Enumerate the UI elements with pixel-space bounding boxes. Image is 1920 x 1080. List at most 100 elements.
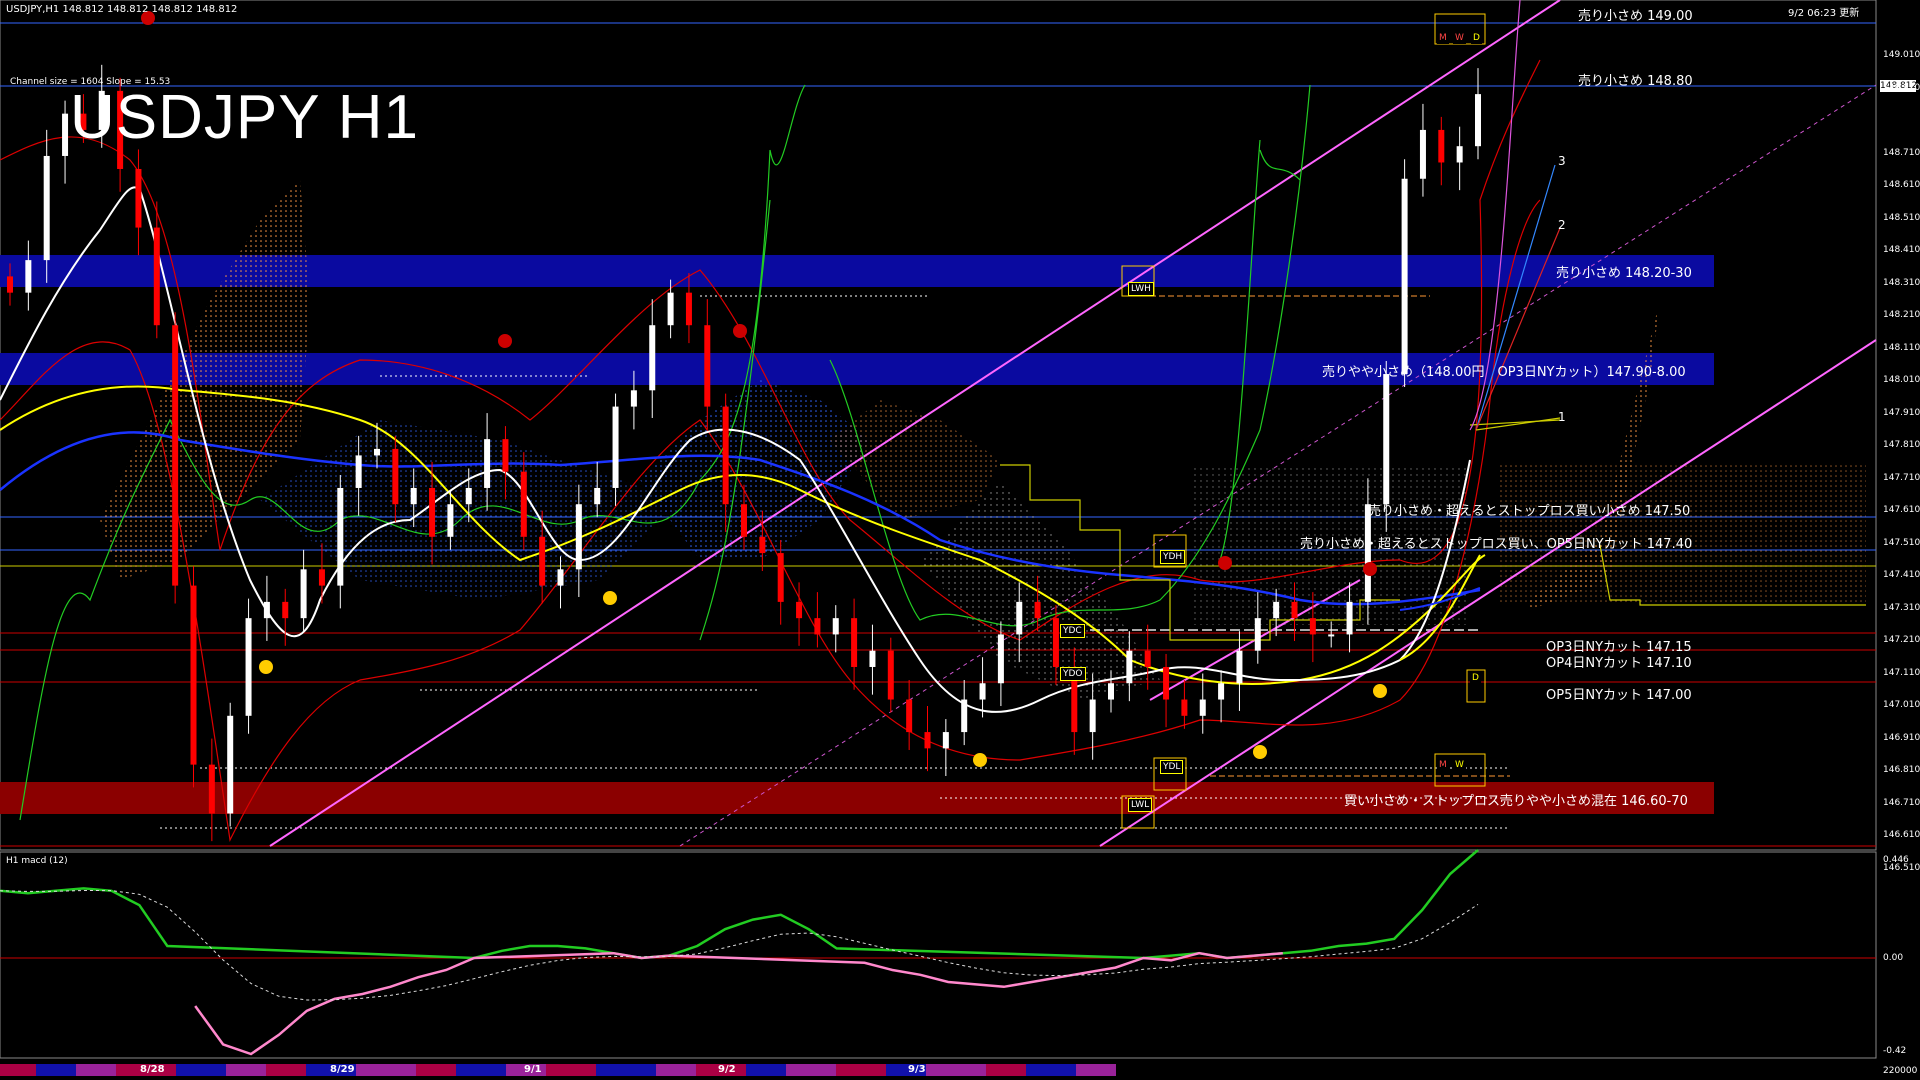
date-label-9-3: 9/3 (908, 1064, 926, 1075)
price-axis-label: 147.910 (1883, 407, 1920, 418)
candle-body (282, 601, 289, 619)
candle-body (520, 471, 527, 537)
candle-body (1328, 634, 1335, 637)
candle-body (1456, 146, 1463, 163)
m-label-top: M (1437, 32, 1449, 44)
candle-body (1163, 666, 1170, 700)
candle-body (135, 168, 142, 228)
signal-sell-marker (1218, 556, 1232, 570)
candle-body (374, 448, 380, 456)
price-axis-label: 146.710 (1883, 797, 1920, 808)
candle-body (447, 504, 454, 537)
candle-body (190, 585, 197, 765)
ydh-label: YDH (1160, 550, 1186, 564)
signal-buy-marker (1373, 684, 1387, 698)
candle-body (1309, 618, 1316, 635)
ydo-label: YDO (1060, 667, 1086, 681)
signal-buy-marker (1253, 745, 1267, 759)
candle-body (1108, 683, 1114, 700)
candle-body (337, 487, 344, 586)
signal-buy-marker (259, 660, 273, 674)
price-axis-label: 148.110 (1883, 342, 1920, 353)
signal-buy-marker (973, 753, 987, 767)
candle-body (887, 650, 894, 700)
candle-body (153, 227, 160, 326)
candle-body (245, 618, 252, 716)
zone-label-147-00: OP5日NYカット 147.00 (1546, 688, 1692, 703)
candle-body (25, 260, 32, 293)
candle-body (410, 487, 417, 505)
candle-body (557, 569, 564, 586)
price-axis-label: 148.610 (1883, 180, 1920, 190)
macd-panel (0, 851, 1877, 1059)
zone-label-147-90: 売りやや小さめ（148.00円 OP3日NYカット）147.90-8.00 (1322, 365, 1686, 380)
price-axis-label: 147.810 (1883, 440, 1920, 450)
price-axis-label: 148.510 (1883, 212, 1920, 223)
candle-body (318, 569, 325, 586)
candle-body (263, 601, 270, 619)
candle-body (208, 764, 215, 814)
candle-body (575, 504, 582, 570)
candle-body (7, 276, 13, 293)
candle-body (630, 390, 637, 407)
price-axis-label: 147.110 (1883, 667, 1920, 678)
candle-body (1346, 601, 1353, 635)
price-axis-label: 146.810 (1883, 765, 1920, 775)
candle-body (1034, 601, 1041, 619)
zone-label-148-80: 売り小さめ 148.80 (1578, 74, 1693, 89)
zone-label-147-40: 売り小さめ・超えるとストップロス買い、OP5日NYカット 147.40 (1300, 537, 1693, 552)
candle-body (1144, 650, 1151, 667)
candle-body (777, 553, 784, 602)
price-axis-label: 148.710 (1883, 147, 1920, 158)
price-axis-label: 147.710 (1883, 472, 1920, 483)
wave-label-1: 1 (1558, 410, 1566, 424)
date-label-9-1: 9/1 (524, 1064, 542, 1075)
price-axis-label: 149.010 (1883, 50, 1920, 60)
macd-axis-zero: 0.00 (1883, 953, 1904, 963)
candle-body (539, 536, 546, 586)
candle-body (832, 618, 839, 635)
zone-label-147-50: 売り小さめ・超えるとストップロス買い小さめ 147.50 (1368, 504, 1691, 519)
macd-axis-top: 0.446 (1883, 855, 1909, 865)
candle-body (942, 732, 949, 749)
candle-body (355, 455, 362, 488)
candle-body (704, 325, 711, 407)
candle-body (392, 448, 399, 505)
candle-body (1218, 683, 1225, 700)
macd-axis-bottom: -0.42 (1883, 1046, 1907, 1056)
candle-body (814, 618, 821, 635)
price-axis-label: 148.910 (1883, 82, 1920, 93)
wave-label-2: 2 (1558, 218, 1566, 232)
candle-body (1181, 699, 1188, 716)
date-label-8-29: 8/29 (330, 1064, 355, 1075)
candle-body (227, 715, 234, 814)
signal-sell-marker (498, 334, 512, 348)
w-label-top: W (1453, 32, 1466, 44)
d-label-top: D (1471, 32, 1482, 44)
candle-body (997, 634, 1004, 684)
zone-label-148-20: 売り小さめ 148.20-30 (1556, 266, 1692, 281)
signal-buy-marker (603, 591, 617, 605)
candle-body (594, 487, 601, 505)
date-segments (0, 1064, 1116, 1076)
candle-body (1383, 374, 1390, 505)
candle-body (722, 406, 729, 505)
candle-body (796, 601, 803, 619)
price-axis-label: 146.910 (1883, 732, 1920, 743)
symbol-info: USDJPY,H1 148.812 148.812 148.812 148.81… (6, 4, 238, 15)
date-label-9-2: 9/2 (718, 1064, 736, 1075)
zone-label-146-60: 買い小さめ・ストップロス売りやや小さめ混在 146.60-70 (1344, 794, 1688, 809)
candle-body (1089, 699, 1096, 733)
candle-body (502, 439, 509, 472)
signal-sell-marker (733, 324, 747, 338)
candle-body (851, 618, 858, 667)
candle-body (741, 504, 747, 537)
candle-body (1291, 601, 1298, 619)
candle-body (1438, 129, 1445, 163)
signal-sell-marker (1363, 562, 1377, 576)
candle-body (43, 155, 50, 261)
price-axis-label: 147.510 (1883, 537, 1920, 548)
candle-body (1126, 650, 1133, 684)
candle-body (1199, 699, 1206, 716)
price-axis-label: 147.410 (1883, 570, 1920, 580)
